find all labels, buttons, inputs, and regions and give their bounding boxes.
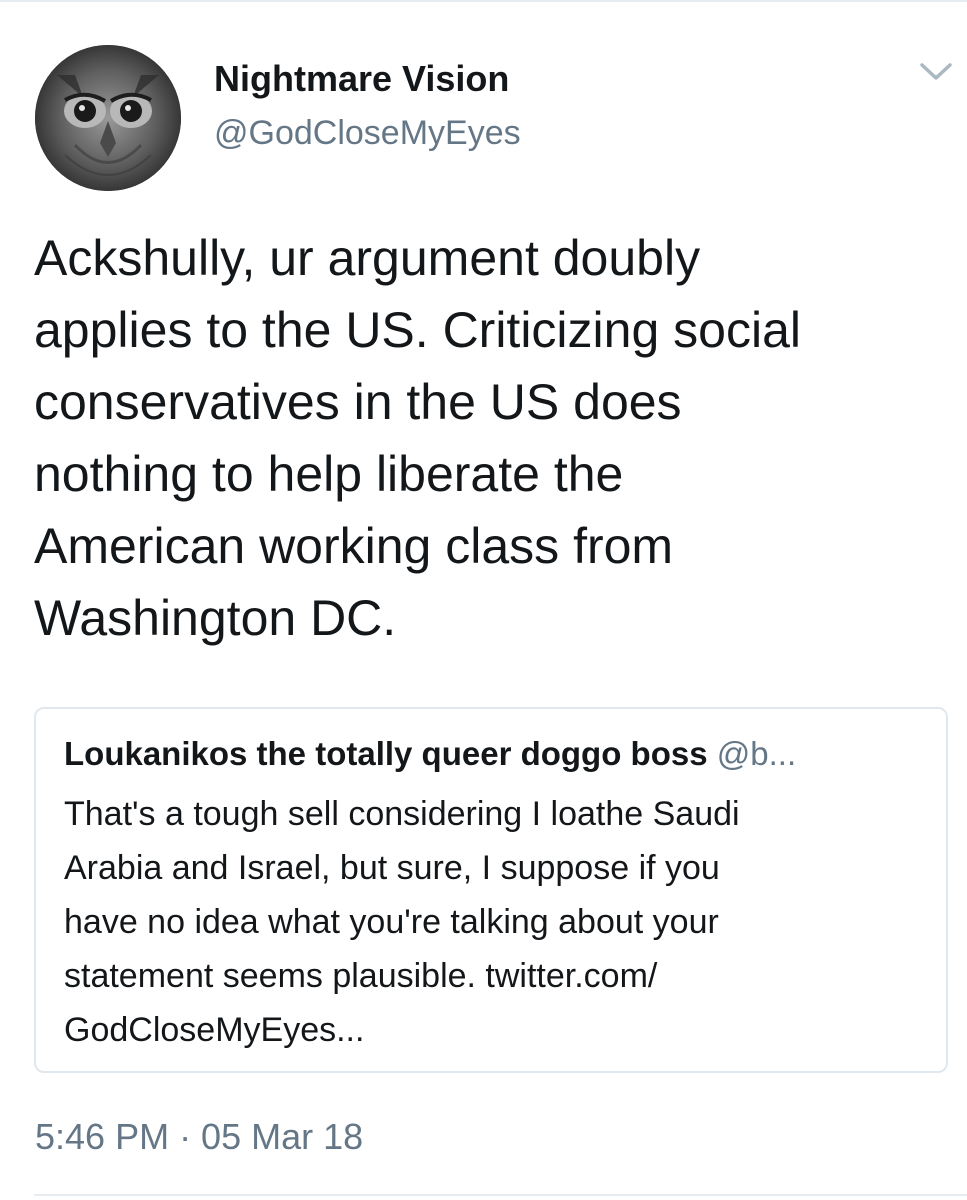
quoted-author-handle: @b... [716,735,797,772]
quoted-text-line: have no idea what you're talking about y… [64,903,719,941]
author-display-name[interactable]: Nightmare Vision [214,58,509,100]
tweet-text-line: American working class from [34,518,674,574]
tweet-card: Nightmare Vision @GodCloseMyEyes Ackshul… [0,0,967,1200]
tweet-text-line: nothing to help liberate the [34,446,624,502]
tweet-timestamp[interactable]: 5:46 PM · 05 Mar 18 [35,1116,363,1158]
quoted-tweet-text: That's a tough sell considering I loathe… [64,787,934,1057]
tweet-text-line: applies to the US. Criticizing social [34,302,801,358]
chevron-down-icon[interactable] [918,56,954,86]
tweet-text-line: Ackshully, ur argument doubly [34,230,701,286]
quoted-tweet-header: Loukanikos the totally queer doggo boss … [64,735,924,773]
top-divider [0,0,967,2]
owl-avatar-image [35,45,181,191]
quoted-text-line: Arabia and Israel, but sure, I suppose i… [64,849,720,887]
tweet-text: Ackshully, ur argument doubly applies to… [34,222,959,654]
quoted-author-display-name: Loukanikos the totally queer doggo boss [64,735,708,772]
tweet-text-line: conservatives in the US does [34,374,682,430]
bottom-divider [34,1194,967,1196]
quoted-text-line: GodCloseMyEyes... [64,1011,365,1049]
quoted-text-line: statement seems plausible. twitter.com/ [64,957,658,995]
owl-avatar[interactable] [35,45,181,191]
quoted-text-line: That's a tough sell considering I loathe… [64,795,740,833]
quoted-tweet-card[interactable]: Loukanikos the totally queer doggo boss … [34,707,948,1073]
tweet-text-line: Washington DC. [34,590,397,646]
author-handle[interactable]: @GodCloseMyEyes [214,114,521,153]
